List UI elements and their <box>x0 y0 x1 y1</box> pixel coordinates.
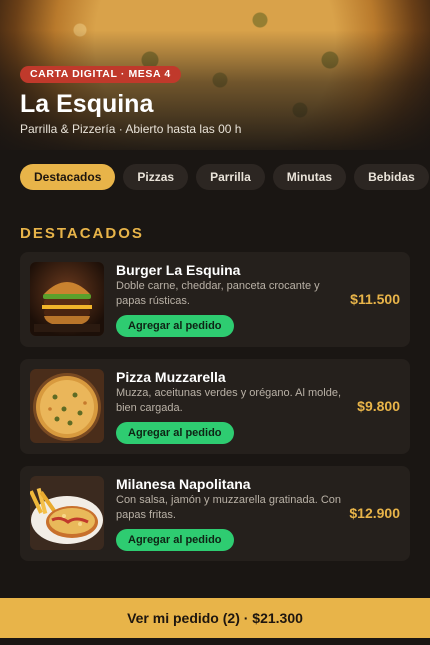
tab-destacados[interactable]: Destacados <box>20 164 116 190</box>
tab-parrilla[interactable]: Parrilla <box>196 164 265 190</box>
section-title: DESTACADOS <box>20 225 144 242</box>
menu-item-card: Burger La Esquina Doble carne, cheddar, … <box>20 252 410 347</box>
burger-image <box>30 262 104 336</box>
item-price: $12.900 <box>349 505 400 521</box>
pizza-image <box>30 369 104 443</box>
item-name: Milanesa Napolitana <box>116 476 251 492</box>
add-to-order-button[interactable]: Agregar al pedido <box>116 422 234 444</box>
item-name: Burger La Esquina <box>116 262 241 278</box>
item-description: Muzza, aceitunas verdes y orégano. Al mo… <box>116 387 342 414</box>
hero-banner: CARTA DIGITAL · MESA 4 La Esquina Parril… <box>0 0 430 150</box>
item-description: Con salsa, jamón y muzzarella gratinada.… <box>116 494 342 521</box>
menu-item-card: Pizza Muzzarella Muzza, aceitunas verdes… <box>20 359 410 454</box>
restaurant-title: La Esquina <box>20 90 154 118</box>
milanesa-image <box>30 476 104 550</box>
table-badge: CARTA DIGITAL · MESA 4 <box>20 66 181 83</box>
item-name: Pizza Muzzarella <box>116 369 226 385</box>
tab-pizzas[interactable]: Pizzas <box>123 164 189 190</box>
category-tabs: Destacados Pizzas Parrilla Minutas Bebid… <box>20 164 429 190</box>
menu-item-card: Milanesa Napolitana Con salsa, jamón y m… <box>20 466 410 561</box>
view-order-button[interactable]: Ver mi pedido (2) · $21.300 <box>0 598 430 638</box>
hero-content: CARTA DIGITAL · MESA 4 La Esquina Parril… <box>20 64 241 136</box>
restaurant-subtitle: Parrilla & Pizzería · Abierto hasta las … <box>20 122 242 136</box>
item-price: $9.800 <box>357 398 400 414</box>
add-to-order-button[interactable]: Agregar al pedido <box>116 315 234 337</box>
tab-bebidas[interactable]: Bebidas <box>354 164 429 190</box>
item-price: $11.500 <box>350 291 400 307</box>
add-to-order-button[interactable]: Agregar al pedido <box>116 529 234 551</box>
item-description: Doble carne, cheddar, panceta crocante y… <box>116 280 320 307</box>
tab-minutas[interactable]: Minutas <box>272 164 347 190</box>
